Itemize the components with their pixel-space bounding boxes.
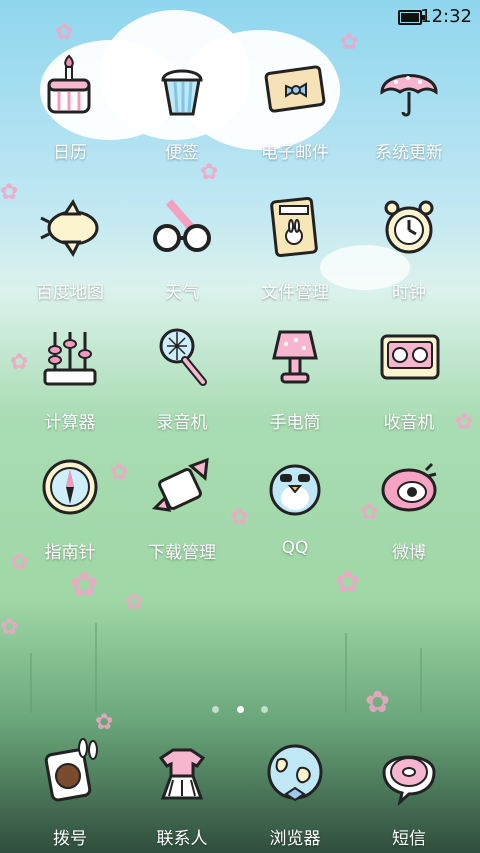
app-label: 天气: [165, 283, 199, 303]
app-radio[interactable]: 收音机: [354, 322, 464, 433]
weibo-bird-icon: [374, 452, 444, 522]
app-mail[interactable]: 电子邮件: [240, 52, 350, 163]
app-label: 计算器: [44, 413, 96, 433]
app-calculator[interactable]: 计算器: [15, 322, 125, 433]
app-label: 便签: [165, 143, 199, 163]
app-label: 百度地图: [36, 283, 104, 303]
petal-decoration: ✿: [125, 590, 144, 615]
app-label: 时钟: [392, 283, 426, 303]
dock-messages[interactable]: 短信: [354, 738, 464, 849]
page-dot[interactable]: [260, 706, 268, 713]
status-bar: 12:32: [0, 0, 480, 34]
dock-browser[interactable]: 浏览器: [240, 738, 350, 849]
page-dot[interactable]: [212, 706, 220, 713]
app-system-update[interactable]: 系统更新: [354, 52, 464, 163]
map-plane-icon: [35, 192, 105, 262]
app-compass[interactable]: 指南针: [15, 452, 125, 563]
app-label: 联系人: [156, 829, 208, 849]
app-label: 文件管理: [261, 283, 329, 303]
qq-penguin-icon: [260, 452, 330, 522]
app-weibo[interactable]: 微博: [354, 452, 464, 563]
download-candy-icon: [147, 452, 217, 522]
petal-decoration: ✿: [70, 565, 99, 605]
radio-cassette-icon: [374, 322, 444, 392]
app-label: 指南针: [44, 543, 96, 563]
app-calendar[interactable]: 日历: [15, 52, 125, 163]
sms-donut-icon: [374, 738, 444, 808]
browser-globe-icon: [260, 738, 330, 808]
app-label: 下载管理: [148, 543, 216, 563]
microphone-icon: [147, 322, 217, 392]
status-time: 12:32: [420, 6, 472, 27]
app-label: 日历: [53, 143, 87, 163]
app-label: 拨号: [53, 829, 87, 849]
dock: 拨号 联系人 浏览器 短信: [0, 730, 480, 850]
update-umbrella-icon: [374, 52, 444, 122]
app-label: QQ: [281, 538, 309, 558]
app-label: 浏览器: [269, 829, 321, 849]
app-label: 录音机: [156, 413, 208, 433]
dock-contacts[interactable]: 联系人: [127, 738, 237, 849]
app-weather[interactable]: 天气: [127, 192, 237, 303]
app-baidu-map[interactable]: 百度地图: [15, 192, 125, 303]
petal-decoration: ✿: [200, 160, 219, 185]
petal-decoration: ✿: [335, 565, 361, 600]
app-label: 短信: [392, 829, 426, 849]
petal-decoration: ✿: [0, 615, 19, 640]
notes-cupcake-icon: [147, 52, 217, 122]
battery-icon: [398, 10, 425, 25]
app-clock[interactable]: 时钟: [354, 192, 464, 303]
app-label: 手电筒: [269, 413, 321, 433]
abacus-icon: [35, 322, 105, 392]
page-dot-active[interactable]: [236, 706, 244, 713]
page-indicator: [0, 698, 480, 717]
app-download-manager[interactable]: 下载管理: [127, 452, 237, 563]
app-label: 电子邮件: [261, 143, 329, 163]
dock-phone[interactable]: 拨号: [15, 738, 125, 849]
file-book-icon: [260, 192, 330, 262]
app-label: 系统更新: [375, 143, 443, 163]
app-label: 收音机: [383, 413, 435, 433]
app-recorder[interactable]: 录音机: [127, 322, 237, 433]
phone-bunny-icon: [35, 738, 105, 808]
mail-envelope-icon: [260, 52, 330, 122]
app-notes[interactable]: 便签: [127, 52, 237, 163]
lamp-icon: [260, 322, 330, 392]
alarm-clock-icon: [374, 192, 444, 262]
weather-glasses-icon: [147, 192, 217, 262]
calendar-cake-icon: [35, 52, 105, 122]
app-qq[interactable]: QQ: [240, 452, 350, 558]
app-file-manager[interactable]: 文件管理: [240, 192, 350, 303]
app-label: 微博: [392, 543, 426, 563]
compass-icon: [35, 452, 105, 522]
app-flashlight[interactable]: 手电筒: [240, 322, 350, 433]
contacts-dress-icon: [147, 738, 217, 808]
